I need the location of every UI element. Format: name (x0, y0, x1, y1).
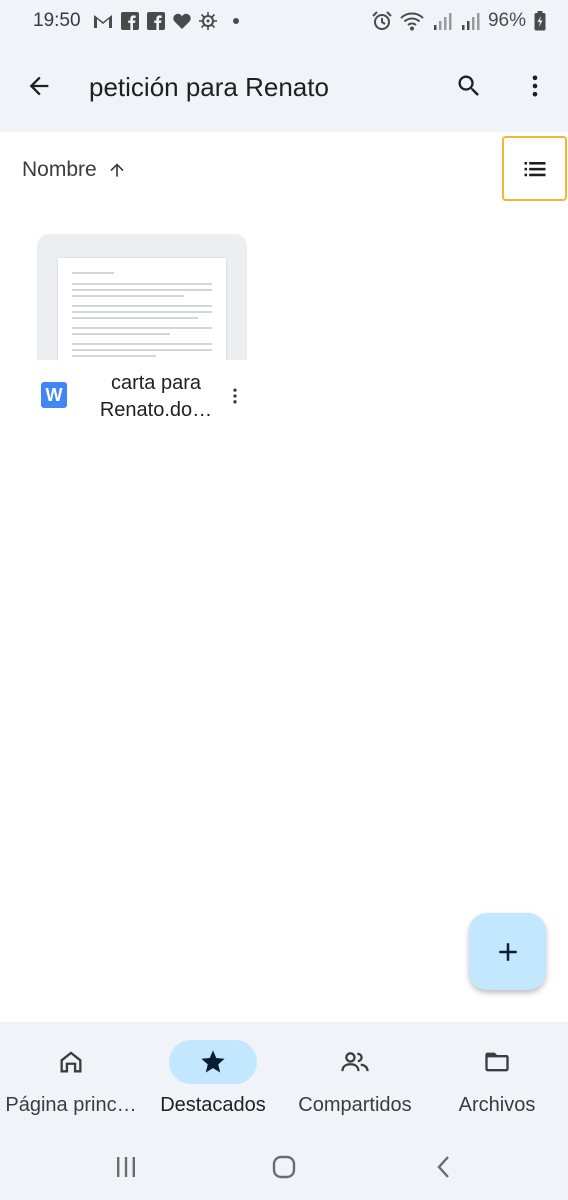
sort-by-name-button[interactable]: Nombre (22, 158, 127, 182)
signal-icon (461, 13, 480, 30)
more-vert-icon (532, 75, 538, 97)
battery-charging-icon (534, 11, 546, 31)
file-card[interactable]: W carta para Renato.do… (37, 234, 247, 430)
more-notifications-dot (232, 18, 239, 24)
battery-level: 96% (487, 10, 526, 31)
status-time: 19:50 (33, 10, 81, 31)
star-icon (201, 1050, 225, 1073)
app-bar: petición para Renato (0, 42, 568, 132)
list-view-icon (524, 161, 545, 176)
nav-item-shared[interactable]: Compartidos (284, 1022, 426, 1132)
facebook-icon (120, 12, 139, 30)
heart-icon (172, 13, 191, 29)
sort-row: Nombre (0, 132, 568, 204)
back-button[interactable] (20, 67, 58, 105)
nav-item-files[interactable]: Archivos (426, 1022, 568, 1132)
recent-apps-icon (117, 1157, 135, 1177)
wifi-icon (400, 12, 424, 31)
home-circle-icon (272, 1155, 296, 1179)
file-name: carta para Renato.do… (99, 372, 213, 421)
chevron-left-icon (437, 1156, 449, 1178)
alarm-icon (372, 11, 392, 30)
nav-label-starred: Destacados (160, 1094, 266, 1116)
folder-icon (485, 1052, 509, 1072)
system-navigation-bar (0, 1132, 568, 1200)
file-more-options-button[interactable] (225, 382, 245, 410)
sort-label: Nombre (22, 158, 97, 181)
more-vert-icon (233, 388, 237, 404)
more-options-button[interactable] (516, 67, 554, 105)
list-view-toggle-button[interactable] (502, 136, 567, 201)
nav-pill-home (27, 1040, 115, 1084)
people-icon (341, 1052, 369, 1072)
nav-label-shared: Compartidos (298, 1094, 412, 1116)
nav-pill-starred (169, 1040, 257, 1084)
virus-icon (198, 12, 217, 30)
status-bar: 19:50 96% (0, 0, 568, 42)
document-preview (58, 258, 226, 360)
new-button[interactable] (469, 913, 546, 990)
plus-icon (498, 942, 517, 961)
arrow-up-icon (110, 163, 124, 177)
signal-icon (433, 13, 452, 30)
arrow-back-icon (29, 76, 49, 96)
search-button[interactable] (450, 67, 488, 105)
facebook-icon (146, 12, 165, 30)
file-meta: W carta para Renato.do… (37, 368, 247, 430)
word-doc-icon: W (41, 382, 67, 408)
back-system-button[interactable] (424, 1152, 464, 1182)
nav-label-files: Archivos (458, 1094, 536, 1116)
recent-apps-button[interactable] (106, 1152, 146, 1182)
nav-item-starred[interactable]: Destacados (142, 1022, 284, 1132)
nav-label-home: Página princ… (5, 1094, 137, 1116)
gmail-icon (93, 15, 112, 28)
bottom-navigation: Página princ… Destacados Compartidos Arc… (0, 1022, 568, 1132)
page-title: petición para Renato (89, 72, 329, 102)
notification-icons (93, 12, 239, 30)
nav-item-home[interactable]: Página princ… (0, 1022, 142, 1132)
system-status-icons: 96% (372, 10, 546, 32)
home-system-button[interactable] (264, 1152, 304, 1182)
file-thumbnail[interactable] (37, 234, 247, 360)
nav-pill-shared (311, 1040, 399, 1084)
search-icon (458, 75, 479, 96)
nav-pill-files (453, 1040, 541, 1084)
home-icon (60, 1051, 82, 1073)
